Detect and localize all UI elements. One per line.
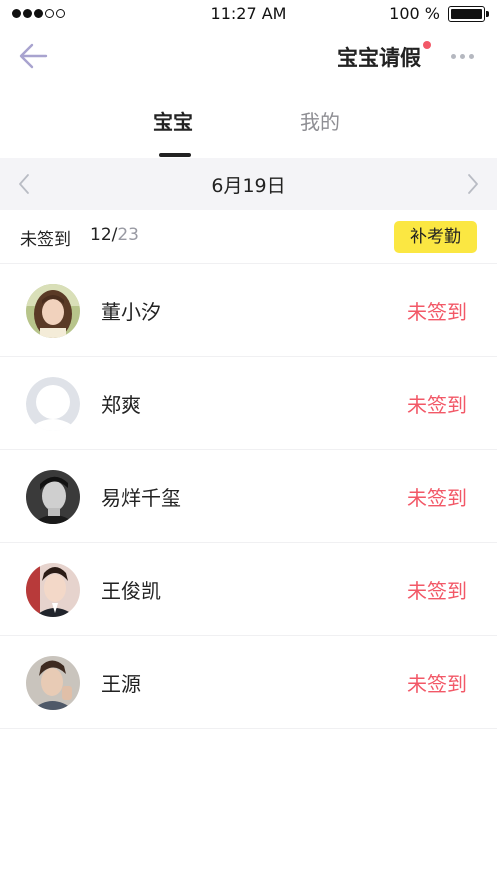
tab-mine[interactable]: 我的 — [300, 106, 340, 135]
student-name: 郑爽 — [101, 393, 141, 417]
avatar — [26, 284, 80, 338]
student-name: 王俊凯 — [101, 579, 161, 603]
page-title: 宝宝请假 — [337, 46, 421, 70]
back-button[interactable] — [16, 40, 52, 72]
date-bar: 6月19日 — [0, 158, 497, 210]
signed-count: 12/ — [90, 225, 118, 245]
attendance-status: 未签到 — [407, 672, 467, 696]
student-name: 易烊千玺 — [101, 486, 181, 510]
attendance-summary: 未签到 12/23 补考勤 — [0, 210, 497, 264]
student-list: 董小汐 未签到 郑爽 未签到 易烊千玺 未签到 王俊凯 未签到 王源 未签到 — [0, 264, 497, 729]
tab-indicator — [159, 153, 191, 157]
notification-dot — [423, 41, 431, 49]
status-bar: 11:27 AM 100 % — [0, 0, 497, 28]
summary-count: 12/23 — [90, 225, 139, 245]
current-date: 6月19日 — [211, 175, 286, 197]
battery-percentage: 100 % — [389, 4, 440, 23]
makeup-attendance-button[interactable]: 补考勤 — [394, 221, 477, 253]
avatar — [26, 470, 80, 524]
student-name: 王源 — [101, 672, 141, 696]
nav-bar: 宝宝请假 — [0, 28, 497, 84]
tab-bar: 宝宝 我的 — [0, 96, 497, 158]
avatar — [26, 563, 80, 617]
more-horizontal-icon — [450, 53, 456, 59]
attendance-status: 未签到 — [407, 579, 467, 603]
attendance-status: 未签到 — [407, 300, 467, 324]
avatar-placeholder-icon — [26, 377, 80, 431]
more-button[interactable] — [447, 46, 477, 66]
tab-baby[interactable]: 宝宝 — [153, 106, 193, 135]
attendance-status: 未签到 — [407, 393, 467, 417]
student-name: 董小汐 — [101, 300, 161, 324]
next-date-button[interactable] — [463, 172, 483, 196]
list-item[interactable]: 易烊千玺 未签到 — [0, 450, 497, 543]
attendance-status: 未签到 — [407, 486, 467, 510]
chevron-right-icon — [468, 174, 478, 194]
list-item[interactable]: 董小汐 未签到 — [0, 264, 497, 357]
list-item[interactable]: 王俊凯 未签到 — [0, 543, 497, 636]
summary-label: 未签到 — [20, 230, 71, 250]
battery-icon — [448, 6, 489, 22]
total-count: 23 — [117, 225, 139, 245]
list-item[interactable]: 王源 未签到 — [0, 636, 497, 729]
list-item[interactable]: 郑爽 未签到 — [0, 357, 497, 450]
arrow-left-icon — [19, 43, 48, 69]
avatar — [26, 656, 80, 710]
